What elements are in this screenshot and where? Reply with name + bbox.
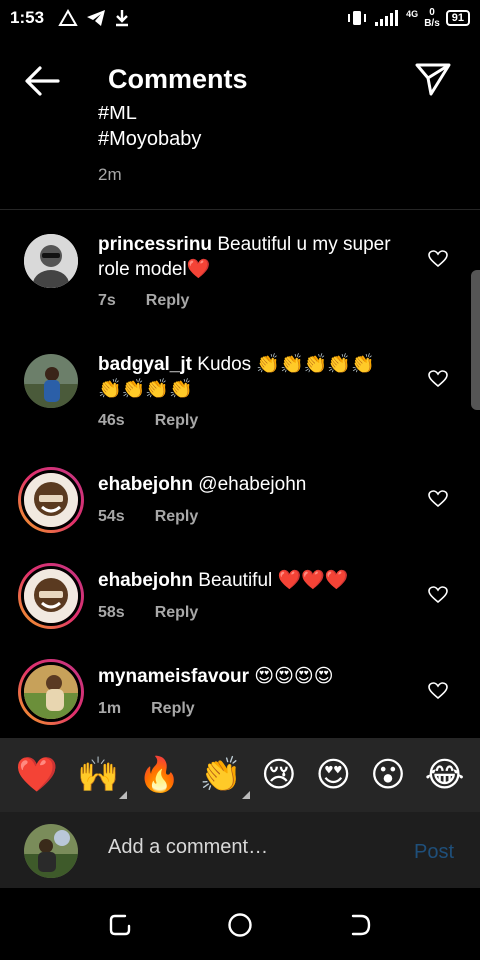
comment-time: 1m: [98, 700, 122, 717]
page-title: Comments: [108, 64, 248, 94]
emoji-raised-hands[interactable]: 🙌: [77, 755, 128, 799]
comment-text: mynameisfavour 😍😍😍😍: [98, 664, 398, 689]
status-bar: 1:53 4G 0 B/s 91: [0, 0, 480, 36]
avatar[interactable]: [24, 354, 78, 408]
reply-button[interactable]: Reply: [155, 604, 199, 622]
send-icon[interactable]: [414, 60, 452, 98]
status-notification-icons: [58, 9, 130, 27]
back-nav-icon[interactable]: [347, 912, 373, 938]
skin-tone-indicator: [242, 791, 251, 799]
comment-username[interactable]: princessrinu: [98, 234, 212, 255]
like-heart-icon[interactable]: [428, 682, 448, 700]
comment-time: 54s: [98, 508, 125, 525]
scrollbar-thumb[interactable]: [471, 270, 480, 410]
status-right: 4G 0 B/s 91: [346, 7, 470, 29]
comment-meta: 54s Reply: [98, 508, 198, 526]
comment-body: @ehabejohn: [198, 474, 307, 495]
like-heart-icon[interactable]: [428, 490, 448, 508]
comment-username[interactable]: ehabejohn: [98, 474, 193, 495]
comment-body: Beautiful ❤️❤️❤️: [198, 570, 349, 591]
emoji-crying[interactable]: 😢: [261, 755, 296, 795]
reply-button[interactable]: Reply: [155, 508, 199, 526]
caption-time: 2m: [98, 165, 122, 184]
signal-icon: [375, 10, 399, 26]
avatar-story-ring[interactable]: [18, 563, 84, 629]
comment-meta: 46s Reply: [98, 412, 198, 430]
comment-text: princessrinu Beautiful u my super role m…: [98, 232, 398, 282]
arrow-left-icon[interactable]: [22, 64, 62, 98]
emoji-fire[interactable]: 🔥: [138, 755, 180, 795]
comment-text: badgyal_jt Kudos 👏👏👏👏👏👏👏👏👏: [98, 352, 398, 402]
caption-hashtag[interactable]: #Moyobaby: [98, 124, 201, 154]
comment-meta: 58s Reply: [98, 604, 198, 622]
divider: [0, 209, 480, 210]
comment-username[interactable]: mynameisfavour: [98, 666, 249, 687]
avatar-story-ring[interactable]: [18, 659, 84, 725]
vibrate-icon: [348, 11, 367, 25]
caption-tag-partial[interactable]: #ML: [98, 106, 201, 124]
reply-button[interactable]: Reply: [151, 700, 195, 718]
home-icon[interactable]: [227, 912, 253, 938]
emoji-laughing[interactable]: 😂: [425, 755, 465, 795]
system-nav-bar: [0, 888, 480, 960]
status-time: 1:53: [10, 8, 45, 27]
comment-text: ehabejohn @ehabejohn: [98, 472, 398, 497]
network-type: 4G: [406, 9, 419, 19]
avatar[interactable]: [24, 234, 78, 288]
emoji-heart[interactable]: ❤️: [16, 755, 58, 795]
net-speed: 0 B/s: [424, 7, 440, 29]
download-icon: [116, 10, 129, 27]
comment-input[interactable]: [108, 836, 398, 859]
comment-meta: 7s Reply: [98, 292, 189, 310]
reply-button[interactable]: Reply: [146, 292, 190, 310]
like-heart-icon[interactable]: [428, 370, 448, 388]
battery-indicator: 91: [445, 10, 470, 26]
reply-button[interactable]: Reply: [155, 412, 199, 430]
emoji-quick-bar: ❤️ 🙌 🔥 👏 😢 😍 😮 😂: [0, 738, 480, 812]
post-button[interactable]: Post: [414, 841, 454, 864]
recents-icon[interactable]: [107, 912, 133, 938]
comment-time: 7s: [98, 292, 116, 309]
emoji-heart-eyes[interactable]: 😍: [316, 755, 351, 795]
like-heart-icon[interactable]: [428, 250, 448, 268]
telegram-icon: [87, 10, 106, 26]
emoji-surprised[interactable]: 😮: [370, 755, 405, 795]
skin-tone-indicator: [119, 791, 128, 799]
warning-triangle-icon: [58, 9, 78, 26]
comment-time: 58s: [98, 604, 125, 621]
comment-username[interactable]: ehabejohn: [98, 570, 193, 591]
comment-text: ehabejohn Beautiful ❤️❤️❤️: [98, 568, 398, 593]
post-caption: #ML #Moyobaby 2m: [98, 106, 201, 190]
my-avatar: [24, 824, 78, 878]
emoji-clap[interactable]: 👏: [200, 755, 251, 799]
comment-username[interactable]: badgyal_jt: [98, 354, 192, 375]
comments-header: Comments: [0, 56, 480, 106]
add-comment-bar: Post: [0, 812, 480, 888]
comment-body: 😍😍😍😍: [254, 666, 334, 687]
like-heart-icon[interactable]: [428, 586, 448, 604]
avatar-story-ring[interactable]: [18, 467, 84, 533]
comment-time: 46s: [98, 412, 125, 429]
comment-meta: 1m Reply: [98, 700, 195, 718]
